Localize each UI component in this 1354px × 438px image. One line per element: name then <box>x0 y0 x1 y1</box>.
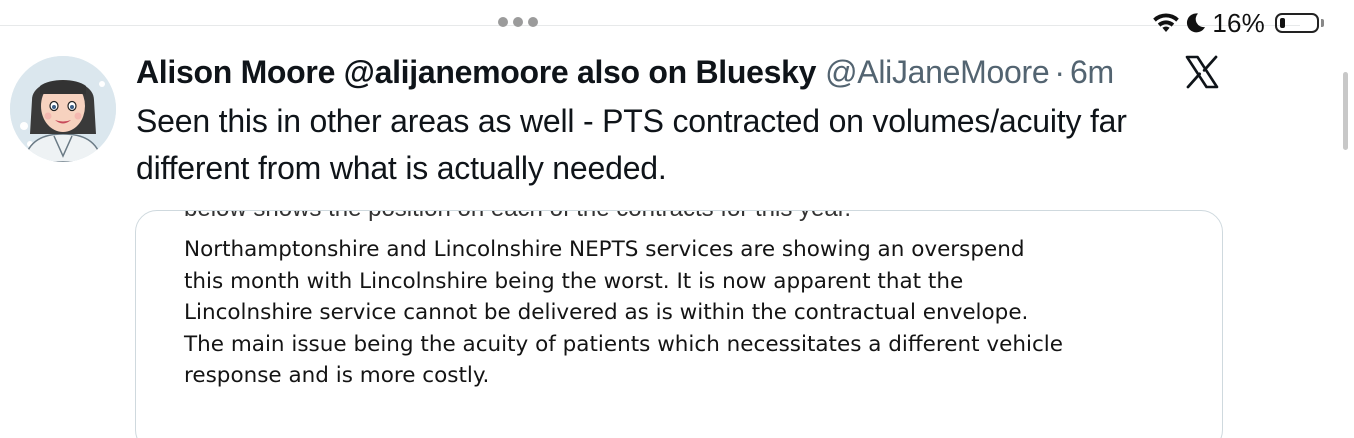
media-line: response and is more costly. <box>184 363 490 388</box>
media-line: Lincolnshire service cannot be delivered… <box>184 300 1029 325</box>
battery-level-fill <box>1280 18 1285 28</box>
media-line: Northamptonshire and Lincolnshire NEPTS … <box>184 237 1025 262</box>
media-cutoff-text: below shows the position on each of the … <box>184 211 851 223</box>
wifi-icon <box>1153 13 1180 32</box>
scrollbar[interactable] <box>1343 72 1348 150</box>
tweet-text: Seen this in other areas as well - PTS c… <box>136 103 1127 186</box>
dot <box>528 17 538 27</box>
author-handle[interactable]: @AliJaneMoore <box>825 54 1050 91</box>
battery-percent: 16% <box>1212 7 1265 38</box>
author-name[interactable]: Alison Moore @alijanemoore also on Blues… <box>136 54 816 91</box>
x-logo-icon[interactable] <box>1185 55 1219 89</box>
tweet-screen: 16% Alison Moore @alijanemoore also on B… <box>0 0 1354 438</box>
media-line: The main issue being the acuity of patie… <box>184 331 1063 357</box>
tweet-header: Alison Moore @alijanemoore also on Blues… <box>136 52 1114 92</box>
avatar-illustration <box>10 56 116 162</box>
top-divider <box>0 25 1300 26</box>
dot <box>513 17 523 27</box>
separator-dot: · <box>1054 53 1066 90</box>
status-bar: 16% <box>1152 7 1324 39</box>
media-line: this month with Lincolnshire being the w… <box>184 268 964 294</box>
battery-tip <box>1321 19 1324 27</box>
media-document-text: Northamptonshire and Lincolnshire NEPTS … <box>184 234 1194 392</box>
tweet-media-image[interactable]: below shows the position on each of the … <box>135 210 1223 438</box>
timestamp[interactable]: 6m <box>1070 54 1114 91</box>
battery-icon <box>1275 13 1319 33</box>
dot <box>498 17 508 27</box>
more-options-handle[interactable] <box>498 17 538 27</box>
avatar[interactable] <box>10 56 116 162</box>
moon-icon <box>1187 13 1206 33</box>
